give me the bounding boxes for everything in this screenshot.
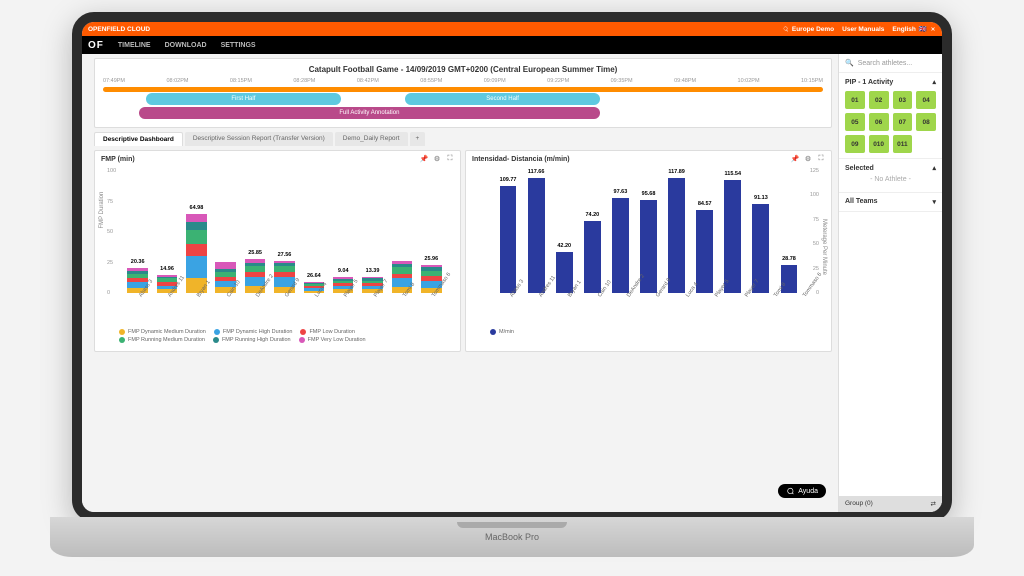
gear-icon[interactable]: ⚙	[433, 155, 441, 163]
gear-icon[interactable]: ⚙	[804, 155, 812, 163]
time-tick: 10:02PM	[738, 78, 760, 84]
timeline-title: Catapult Football Game - 14/09/2019 GMT+…	[103, 65, 823, 74]
tab-daily-report[interactable]: Demo_Daily Report	[335, 132, 408, 146]
timeline-full-range[interactable]	[103, 87, 823, 92]
pip-tile[interactable]: 03	[893, 91, 913, 109]
pip-tile[interactable]: 04	[916, 91, 936, 109]
time-tick: 07:49PM	[103, 78, 125, 84]
nav-timeline[interactable]: TIMELINE	[118, 42, 151, 49]
time-tick: 10:15PM	[801, 78, 823, 84]
region-selector[interactable]: Europe Demo	[783, 25, 834, 33]
help-button[interactable]: Ayuda	[778, 484, 826, 498]
flag-gb-icon: 🇬🇧	[919, 25, 927, 33]
y-axis-label: Meterage Per Minute	[821, 219, 827, 275]
chevron-down-icon: ▾	[932, 198, 936, 206]
top-bar: OPENFIELD CLOUD Europe Demo User Manuals…	[82, 22, 942, 36]
chart-title: Intensidad- Distancia (m/min)	[472, 156, 570, 163]
tab-add[interactable]: +	[410, 132, 426, 146]
expand-icon[interactable]: ⛶	[817, 155, 825, 163]
selected-header[interactable]: Selected ▴	[845, 164, 936, 172]
time-tick: 09:09PM	[484, 78, 506, 84]
chat-icon	[786, 487, 794, 495]
time-tick: 08:02PM	[166, 78, 188, 84]
pip-tile[interactable]: 06	[869, 113, 889, 131]
time-tick: 08:28PM	[293, 78, 315, 84]
pip-tile[interactable]: 05	[845, 113, 865, 131]
tab-descriptive-dashboard[interactable]: Descriptive Dashboard	[94, 132, 183, 146]
time-tick: 08:55PM	[420, 78, 442, 84]
language-selector[interactable]: English 🇬🇧	[892, 25, 936, 33]
time-tick: 08:42PM	[357, 78, 379, 84]
selected-empty: - No Athlete -	[845, 172, 936, 187]
pip-tile[interactable]: 010	[869, 135, 889, 153]
pip-tile[interactable]: 02	[869, 91, 889, 109]
nav-settings[interactable]: SETTINGS	[221, 42, 256, 49]
time-tick: 08:15PM	[230, 78, 252, 84]
pip-tile[interactable]: 08	[916, 113, 936, 131]
search-icon: 🔍	[845, 59, 854, 67]
shuffle-icon: ⇄	[931, 500, 936, 508]
chart-legend: M/min	[472, 327, 825, 339]
pin-icon[interactable]: 📌	[791, 155, 799, 163]
timeline-periods: First Half Second Half	[103, 93, 823, 105]
athlete-sidebar: 🔍 Search athletes... PIP - 1 Activity ▴ …	[838, 54, 942, 512]
expand-icon[interactable]: ⛶	[446, 155, 454, 163]
brand-label: OPENFIELD CLOUD	[88, 26, 150, 33]
pip-tile[interactable]: 09	[845, 135, 865, 153]
group-footer[interactable]: Group (0) ⇄	[839, 496, 942, 512]
timeline-period[interactable]: Second Half	[405, 93, 599, 105]
chart-fmp: FMP (min) 📌 ⚙ ⛶ FMP Duration 0	[94, 150, 461, 352]
search-athletes[interactable]: 🔍 Search athletes...	[839, 54, 942, 73]
chart-title: FMP (min)	[101, 156, 135, 163]
time-tick: 09:22PM	[547, 78, 569, 84]
timeline-card: Catapult Football Game - 14/09/2019 GMT+…	[94, 58, 832, 128]
user-manuals-link[interactable]: User Manuals	[842, 25, 884, 33]
timeline-period[interactable]: First Half	[146, 93, 340, 105]
time-tick: 09:35PM	[611, 78, 633, 84]
close-icon[interactable]	[930, 26, 936, 32]
pin-icon[interactable]: 📌	[420, 155, 428, 163]
time-axis: 07:49PM 08:02PM 08:15PM 08:28PM 08:42PM 08:55…	[103, 78, 823, 84]
nav-download[interactable]: DOWNLOAD	[165, 42, 207, 49]
chevron-up-icon: ▴	[932, 164, 936, 172]
main-nav: OF TIMELINE DOWNLOAD SETTINGS	[82, 36, 942, 54]
chevron-up-icon: ▴	[932, 78, 936, 86]
dashboard-tabs: Descriptive Dashboard Descriptive Sessio…	[94, 132, 832, 146]
timeline-full-annotation[interactable]: Full Activity Annotation	[139, 107, 600, 119]
pip-tile[interactable]: 07	[893, 113, 913, 131]
pip-tile[interactable]: 01	[845, 91, 865, 109]
search-icon	[783, 26, 789, 32]
time-tick: 09:48PM	[674, 78, 696, 84]
tab-session-report[interactable]: Descriptive Session Report (Transfer Ver…	[185, 132, 333, 146]
y-axis-label: FMP Duration	[99, 192, 105, 229]
pip-tile[interactable]: 011	[893, 135, 913, 153]
pip-header[interactable]: PIP - 1 Activity ▴	[845, 78, 936, 86]
chart-legend: FMP Dynamic Medium DurationFMP Dynamic H…	[101, 327, 454, 347]
all-teams-selector[interactable]: All Teams ▾	[839, 193, 942, 212]
chart-intensidad: Intensidad- Distancia (m/min) 📌 ⚙ ⛶ Mete…	[465, 150, 832, 352]
